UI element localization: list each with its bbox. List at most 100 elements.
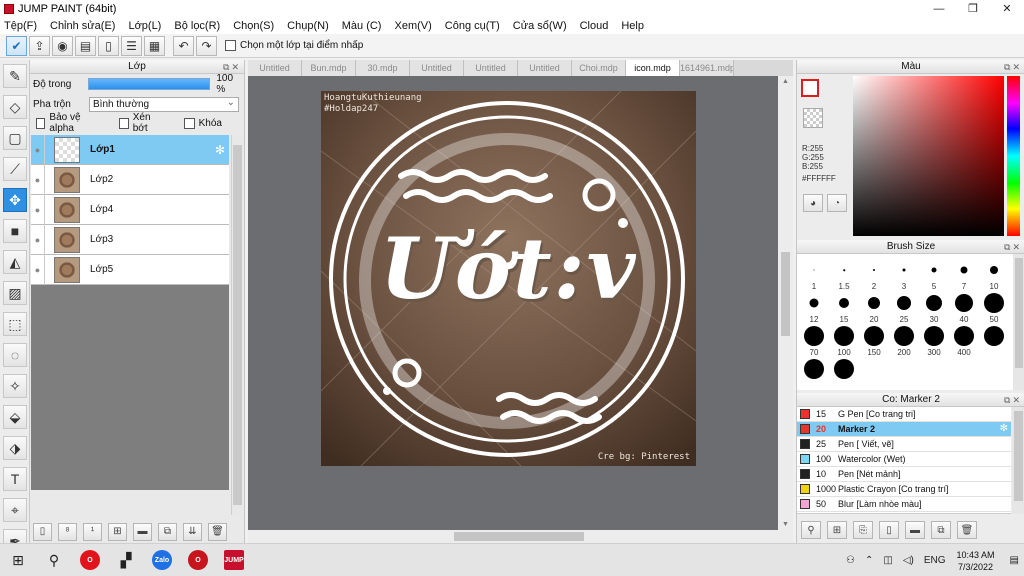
tool-preset-item[interactable]: 25 Pen [ Viết, vẽ] <box>797 437 1011 452</box>
layer-row[interactable]: ● Lớp2 <box>31 164 229 195</box>
brush-size-option[interactable]: 150 <box>859 324 889 357</box>
brush-size-option[interactable]: 50 <box>979 291 1009 324</box>
undo-icon[interactable]: ↶ <box>173 35 194 56</box>
layer-row[interactable]: ● Lớp1 ✻ <box>31 134 229 165</box>
gradient-icon[interactable]: ▨ <box>3 281 27 305</box>
brush-size-option[interactable]: 10 <box>979 258 1009 291</box>
menu-color[interactable]: Màu (C) <box>342 20 382 32</box>
menu-select[interactable]: Chọn(S) <box>233 20 274 32</box>
panel-buttons[interactable]: ⧉✕ <box>1004 394 1022 407</box>
brush-size-option[interactable]: 20 <box>859 291 889 324</box>
layer-row[interactable]: ● Lớp4 <box>31 194 229 225</box>
select-eraser-icon[interactable]: ⬗ <box>3 436 27 460</box>
notification-icon[interactable]: ▤ <box>1010 555 1019 566</box>
brush-size-option[interactable] <box>799 357 829 387</box>
menu-layer[interactable]: Lớp(L) <box>128 20 161 32</box>
duplicate-icon[interactable]: ⧉ <box>158 522 177 541</box>
add-layer-menu-icon[interactable]: ⊞ <box>108 522 127 541</box>
layer-row[interactable]: ● Lớp5 <box>31 254 229 285</box>
hue-slider[interactable] <box>1007 76 1020 236</box>
artwork-canvas[interactable]: HoangtuKuthieunang #Holdap247 Ướt:v Cre … <box>321 91 696 466</box>
doc-tab[interactable]: Untitled <box>410 60 464 76</box>
folder-icon[interactable]: ▬ <box>133 522 152 541</box>
trash-icon[interactable]: 🗑 <box>957 521 977 539</box>
message-icon[interactable]: ▤ <box>75 35 96 56</box>
scroll-thumb[interactable] <box>233 145 242 505</box>
menu-cloud[interactable]: Cloud <box>580 20 609 32</box>
people-icon[interactable]: ⚇ <box>846 555 855 566</box>
add-tool-icon[interactable]: ⊞ <box>827 521 847 539</box>
network-icon[interactable]: ◫ <box>883 555 892 566</box>
checkbox-box[interactable] <box>225 40 236 51</box>
palette-settings-icon[interactable]: ◔ <box>827 194 847 212</box>
opacity-slider[interactable] <box>87 78 211 90</box>
jump-paint-icon[interactable]: JUMP <box>216 544 252 576</box>
windows-start-icon[interactable]: ⊞ <box>0 544 36 576</box>
fill-rect-icon[interactable]: ■ <box>3 219 27 243</box>
new-layer-icon[interactable]: ▯ <box>33 522 52 541</box>
stamp-icon[interactable]: ⚲ <box>801 521 821 539</box>
transparent-swatch[interactable] <box>803 108 823 128</box>
gear-icon[interactable]: ✻ <box>1000 423 1008 434</box>
tool-preset-item[interactable]: 1000 Plastic Crayon [Co trang trí] <box>797 482 1011 497</box>
brush-size-option[interactable]: 30 <box>919 291 949 324</box>
apps-icon[interactable]: ▞ <box>108 544 144 576</box>
new-8bit-layer-icon[interactable]: ⁸ <box>58 522 77 541</box>
canvas-vertical-scrollbar[interactable]: ▲ ▼ <box>778 76 793 530</box>
scroll-down-icon[interactable]: ▼ <box>778 521 793 528</box>
brush-size-option[interactable]: 1.5 <box>829 258 859 291</box>
dropper-icon[interactable]: ⌖ <box>3 498 27 522</box>
tool-preset-item[interactable]: 100 Watercolor (Wet) <box>797 452 1011 467</box>
hex-value[interactable]: #FFFFFF <box>802 174 836 183</box>
visibility-icon[interactable]: ● <box>31 134 45 165</box>
brush-size-option[interactable] <box>829 357 859 387</box>
doc-tab[interactable]: Untitled <box>248 60 302 76</box>
scroll-thumb[interactable] <box>454 532 584 541</box>
doc-tab-active[interactable]: icon.mdp <box>626 60 680 76</box>
menu-edit[interactable]: Chỉnh sửa(E) <box>50 20 115 32</box>
menu-help[interactable]: Help <box>621 20 644 32</box>
folder-icon[interactable]: ▬ <box>905 521 925 539</box>
scroll-thumb[interactable] <box>1015 258 1023 368</box>
doc-tab[interactable]: Untitled <box>464 60 518 76</box>
chevron-up-icon[interactable]: ⌃ <box>865 555 873 566</box>
language-indicator[interactable]: ENG <box>924 555 946 566</box>
document-icon[interactable]: ▯ <box>879 521 899 539</box>
protect-alpha-checkbox[interactable]: Bảo vệ alpha <box>36 112 97 134</box>
doc-tab[interactable]: Untitled <box>518 60 572 76</box>
rectangle-select-icon[interactable]: ▢ <box>3 126 27 150</box>
visibility-icon[interactable]: ● <box>31 254 45 285</box>
clip-checkbox[interactable]: Xén bớt <box>119 112 161 134</box>
line-icon[interactable]: ⟋ <box>3 157 27 181</box>
select-layer-at-click-checkbox[interactable]: Chọn một lớp tại điểm nhấp <box>225 40 363 51</box>
scroll-thumb[interactable] <box>781 252 790 336</box>
grid-icon[interactable]: ▦ <box>144 35 165 56</box>
magic-wand-icon[interactable]: ✧ <box>3 374 27 398</box>
tool-preset-item[interactable]: 10 Pen [Nét mảnh] <box>797 467 1011 482</box>
marquee-icon[interactable]: ⬚ <box>3 312 27 336</box>
brush-size-option[interactable]: 2 <box>859 258 889 291</box>
menu-tools[interactable]: Công cụ(T) <box>445 20 500 32</box>
bucket-icon[interactable]: ◭ <box>3 250 27 274</box>
menu-window[interactable]: Cửa sổ(W) <box>513 20 567 32</box>
lasso-icon[interactable]: ◌ <box>3 343 27 367</box>
lock-checkbox[interactable]: Khóa <box>183 117 222 129</box>
copy-icon[interactable]: ⎘ <box>853 521 873 539</box>
saturation-value-picker[interactable] <box>853 76 1004 236</box>
tool-preset-item[interactable]: 20 Marker 2 ✻ <box>797 422 1011 437</box>
visibility-icon[interactable]: ● <box>31 194 45 225</box>
blend-mode-select[interactable]: Bình thường <box>89 96 239 112</box>
brush-size-option[interactable]: 3 <box>889 258 919 291</box>
duplicate-icon[interactable]: ⧉ <box>931 521 951 539</box>
brush-icon[interactable]: ✎ <box>3 64 27 88</box>
doc-tab[interactable]: Choi.mdp <box>572 60 626 76</box>
checkbox-box[interactable] <box>183 117 195 129</box>
tool-list-scrollbar[interactable] <box>1012 407 1024 514</box>
checkbox-box[interactable] <box>119 117 129 129</box>
document-icon[interactable]: ▯ <box>98 35 119 56</box>
eraser-icon[interactable]: ◇ <box>3 95 27 119</box>
gear-icon[interactable]: ✻ <box>215 143 225 157</box>
tool-preset-item[interactable]: 15 G Pen [Co trang tri] <box>797 407 1011 422</box>
trash-icon[interactable]: 🗑 <box>208 522 227 541</box>
brush-size-option[interactable]: 25 <box>889 291 919 324</box>
